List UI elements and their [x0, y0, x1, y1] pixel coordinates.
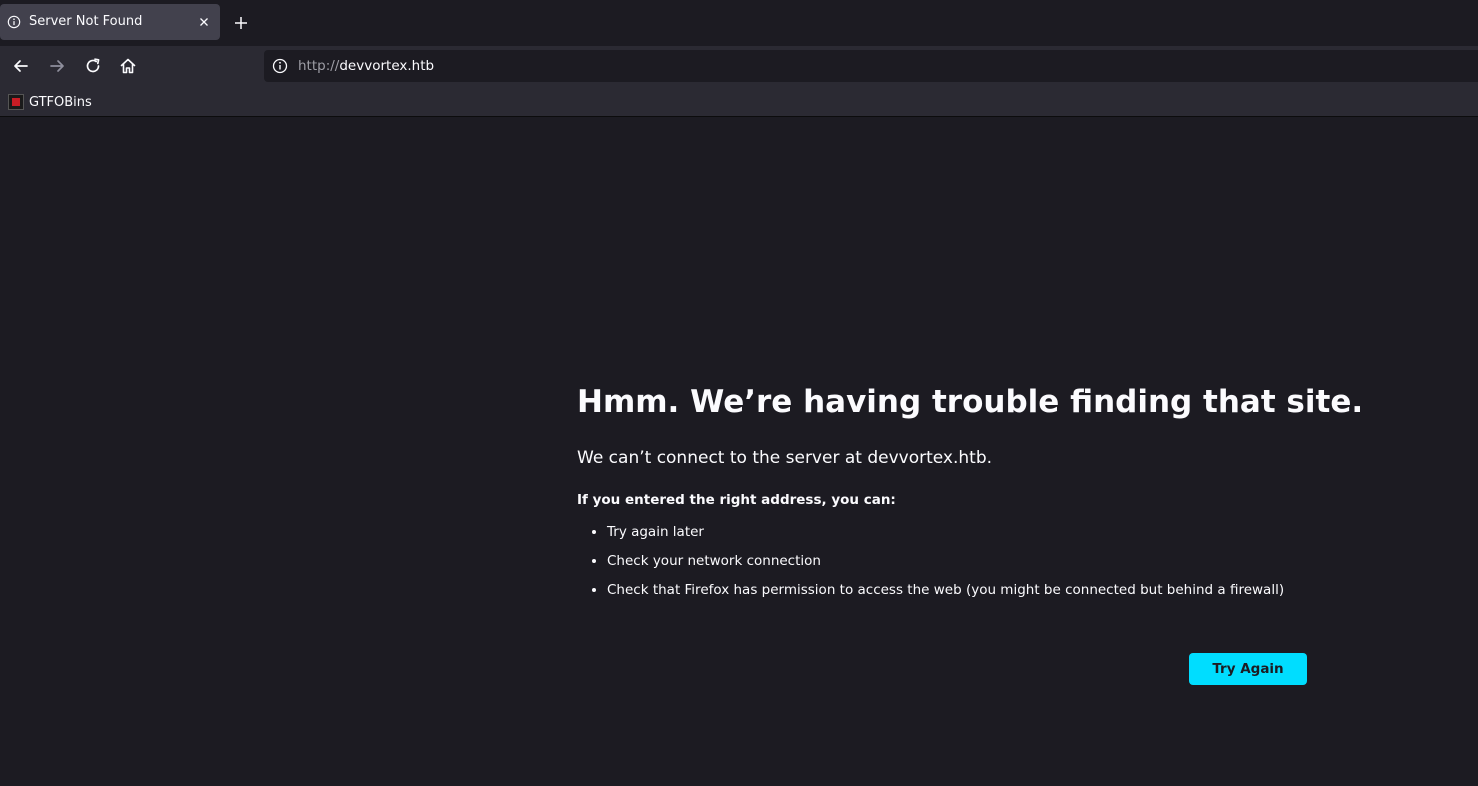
bookmark-label: GTFOBins — [29, 94, 92, 110]
url-host: devvortex.htb — [339, 58, 435, 74]
arrow-left-icon[interactable] — [11, 56, 31, 76]
advice-heading: If you entered the right address, you ca… — [577, 492, 896, 508]
advice-list: Try again later Check your network conne… — [577, 522, 1337, 600]
error-title: Hmm. We’re having trouble finding that s… — [577, 384, 1364, 420]
tab-title: Server Not Found — [29, 14, 143, 29]
home-icon[interactable] — [118, 56, 138, 76]
tab-strip: Server Not Found — [0, 0, 1478, 46]
navigation-toolbar: http://devvortex.htb — [0, 46, 1478, 86]
url-scheme: http:// — [298, 58, 340, 74]
arrow-right-icon[interactable] — [47, 56, 67, 76]
plus-icon[interactable] — [232, 14, 250, 32]
gtfobins-favicon — [8, 94, 24, 110]
info-icon — [7, 15, 21, 29]
bookmark-gtfobins[interactable]: GTFOBins — [8, 93, 92, 111]
url-text[interactable]: http://devvortex.htb — [298, 58, 434, 74]
error-short-description: We can’t connect to the server at devvor… — [577, 448, 993, 468]
reload-icon[interactable] — [83, 56, 103, 76]
tab-server-not-found[interactable]: Server Not Found — [0, 4, 220, 40]
close-icon[interactable] — [196, 14, 212, 30]
bookmarks-toolbar: GTFOBins — [0, 86, 1478, 117]
advice-item: Check that Firefox has permission to acc… — [607, 580, 1337, 600]
advice-item: Try again later — [607, 522, 1337, 542]
error-page-container: Hmm. We’re having trouble finding that s… — [577, 380, 1364, 609]
try-again-button[interactable]: Try Again — [1189, 653, 1307, 685]
address-bar[interactable]: http://devvortex.htb — [264, 50, 1478, 82]
advice-item: Check your network connection — [607, 551, 1337, 571]
info-icon[interactable] — [272, 58, 288, 74]
